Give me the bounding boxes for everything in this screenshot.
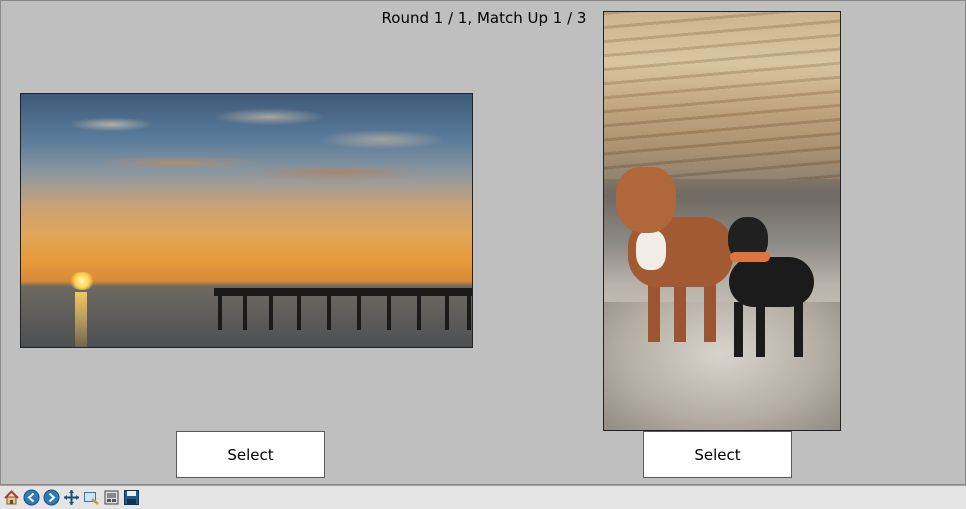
app-window: Round 1 / 1, Match Up 1 / 3 Select Selec…: [0, 0, 966, 509]
pier-pile: [417, 292, 421, 330]
dog-leg: [704, 282, 716, 342]
pan-button[interactable]: [62, 488, 81, 507]
navigation-toolbar: [0, 485, 966, 509]
pier-pile: [467, 292, 471, 330]
pier-deck: [214, 288, 472, 296]
home-button[interactable]: [2, 488, 21, 507]
zoom-button[interactable]: [82, 488, 101, 507]
cliff-strata: [604, 12, 840, 180]
sun-glow: [69, 272, 95, 290]
pier-pile: [243, 292, 247, 330]
pier-pile: [297, 292, 301, 330]
dog-leg: [734, 302, 743, 357]
dog-harness: [730, 252, 770, 262]
pier-pile: [218, 292, 222, 330]
back-button[interactable]: [22, 488, 41, 507]
figure-canvas: Round 1 / 1, Match Up 1 / 3 Select Selec…: [0, 0, 966, 485]
forward-arrow-icon: [43, 489, 60, 506]
zoom-rect-icon: [84, 492, 99, 505]
foreground-rock: [604, 302, 840, 430]
home-icon: [4, 490, 19, 505]
dog-leg: [756, 302, 765, 357]
save-icon: [124, 490, 139, 505]
configure-button[interactable]: [102, 488, 121, 507]
back-arrow-icon: [23, 489, 40, 506]
pier-pile: [327, 292, 331, 330]
pier-pile: [357, 292, 361, 330]
select-right-button[interactable]: Select: [643, 431, 792, 478]
dogs-on-rocks-image: [603, 11, 841, 431]
dog-leg: [648, 282, 660, 342]
pier-pile: [445, 292, 449, 330]
select-left-button[interactable]: Select: [176, 431, 325, 478]
clouds-layer: [21, 94, 472, 246]
sunset-pier-image: [20, 93, 473, 348]
forward-button[interactable]: [42, 488, 61, 507]
pier-pile: [387, 292, 391, 330]
configure-subplots-icon: [104, 490, 119, 505]
dog-leg: [794, 302, 803, 357]
pan-move-icon: [64, 490, 79, 505]
save-button[interactable]: [122, 488, 141, 507]
black-dog-body: [729, 257, 814, 307]
brown-dog-chest: [636, 230, 666, 270]
dog-leg: [674, 282, 686, 342]
brown-dog-head: [616, 167, 676, 233]
sun-reflection: [75, 292, 87, 347]
pier-pile: [269, 292, 273, 330]
